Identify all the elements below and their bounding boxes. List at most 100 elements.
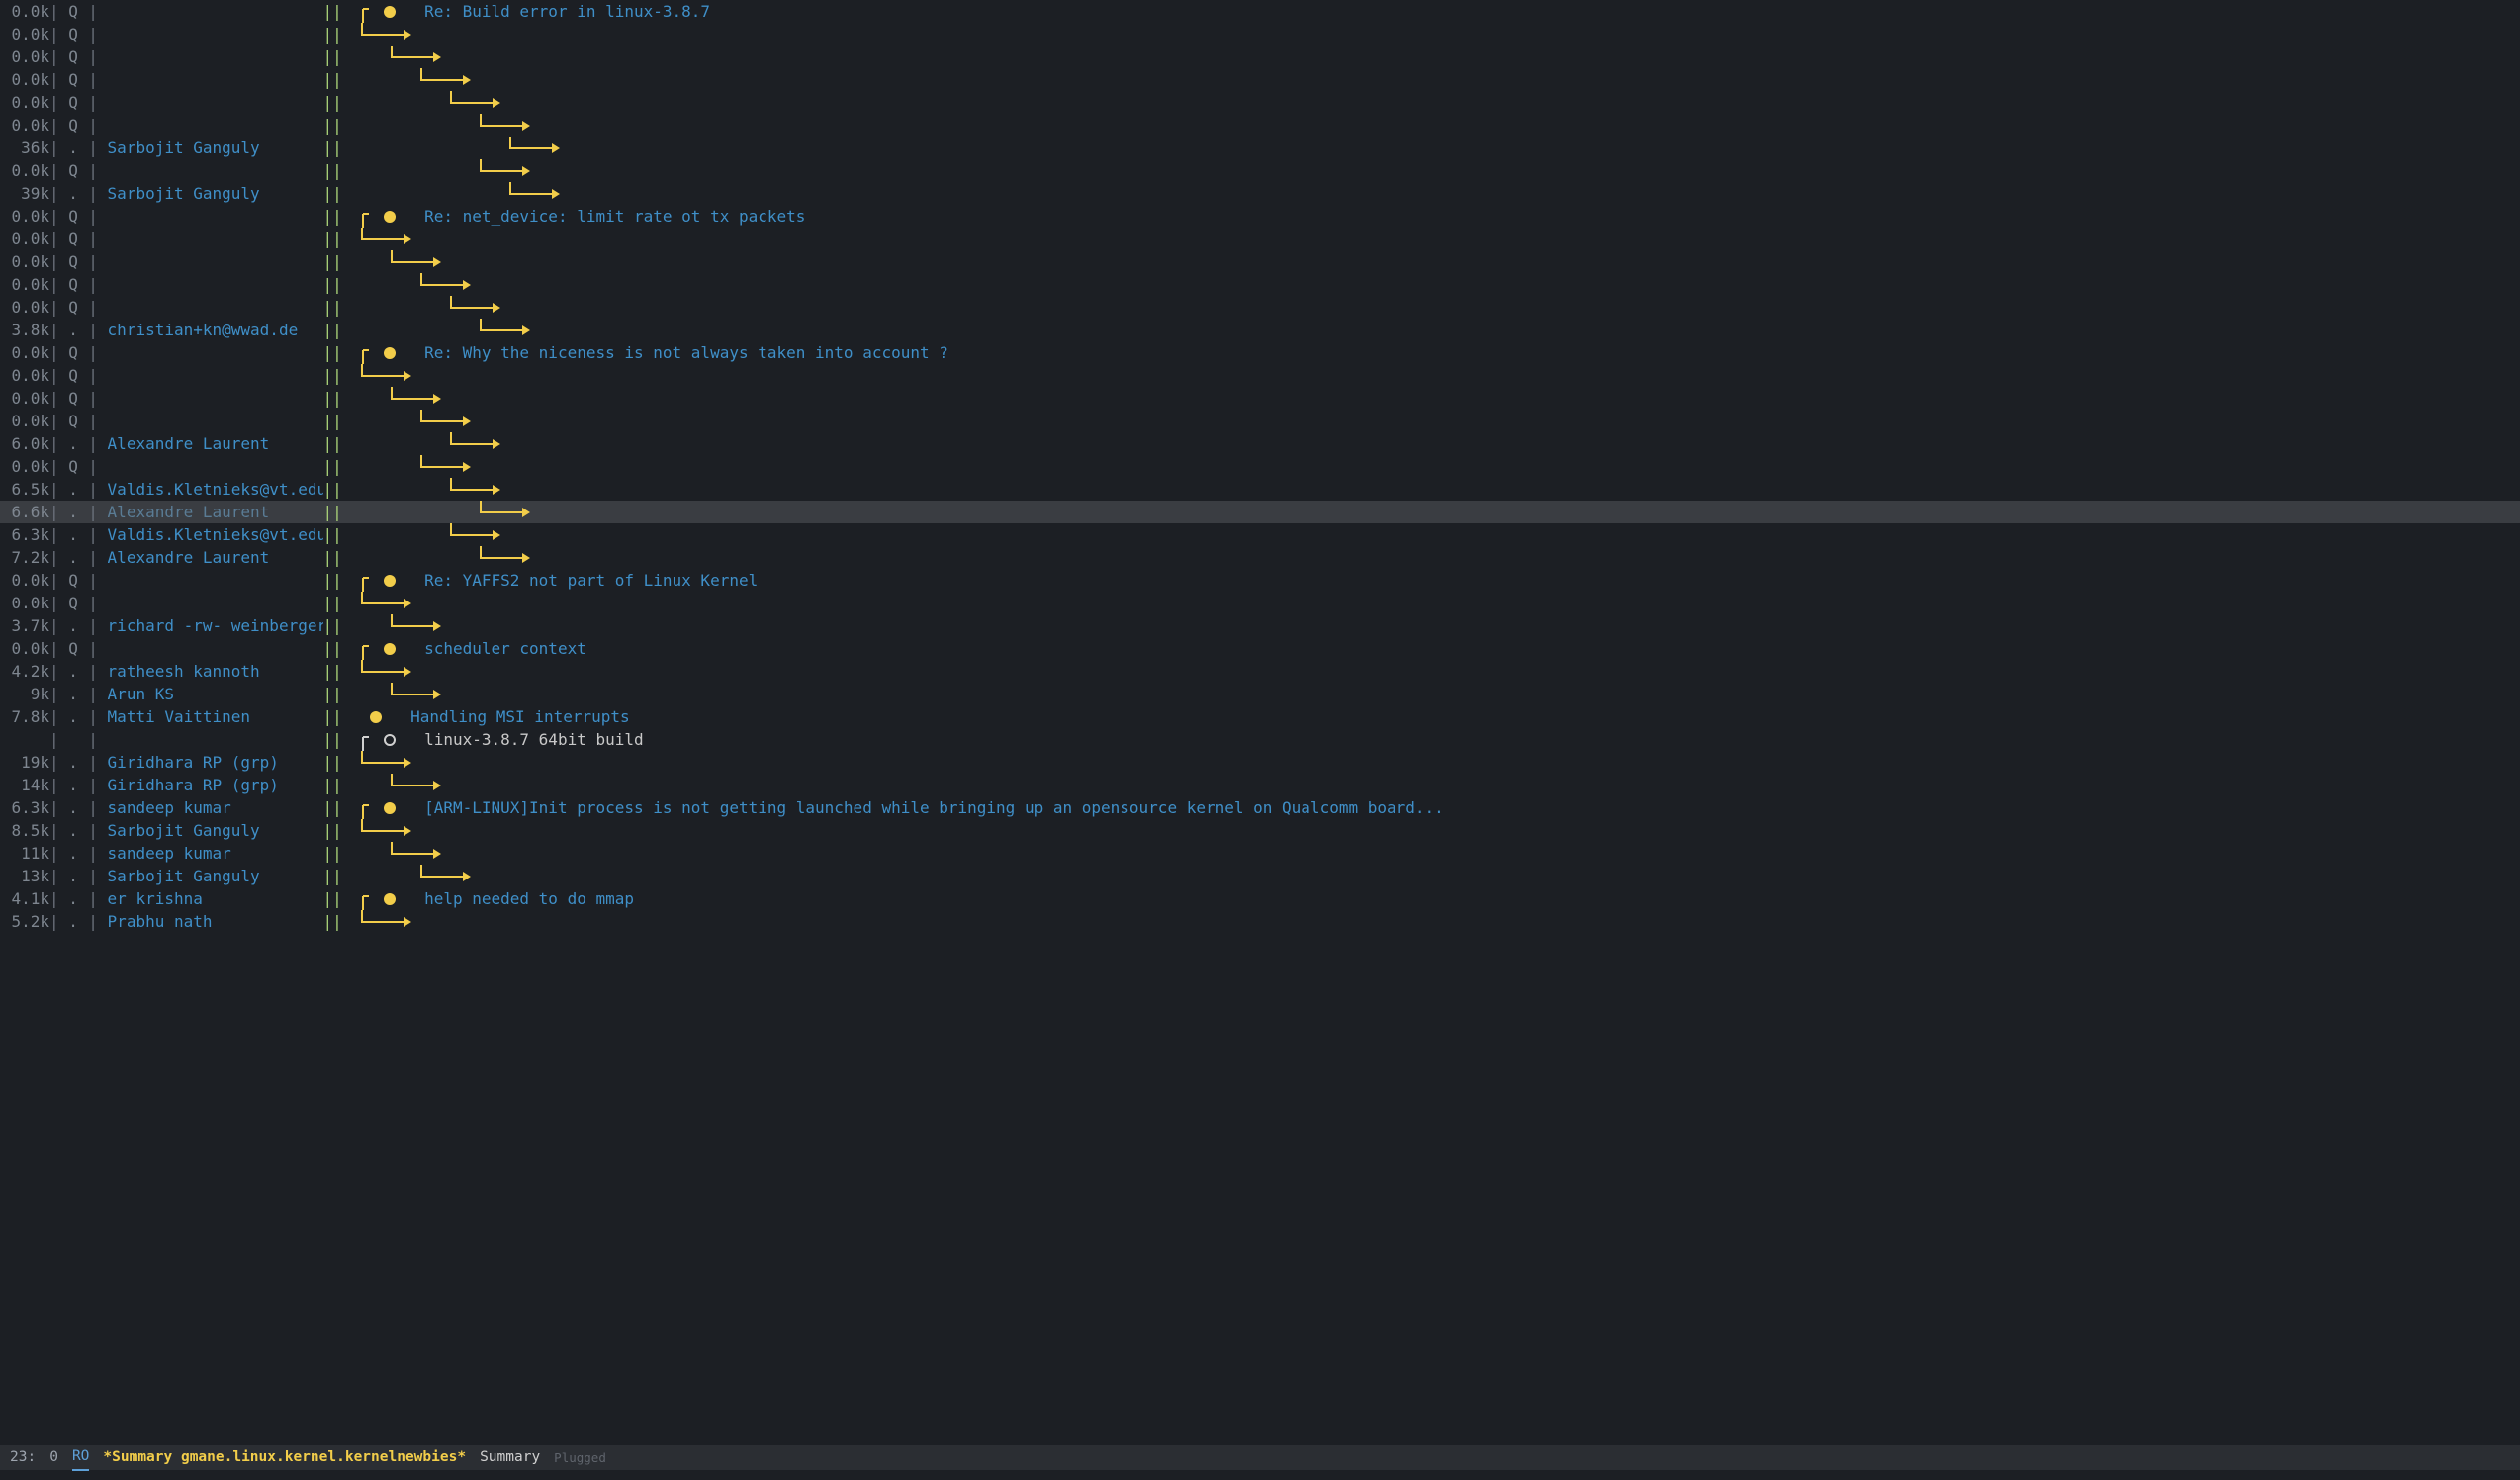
message-size: 9k: [0, 683, 49, 705]
thread-indicator: [342, 774, 445, 796]
summary-row[interactable]: 0.0k| Q | ||: [0, 410, 2520, 432]
summary-row[interactable]: 0.0k| Q | ||: [0, 68, 2520, 91]
summary-row[interactable]: 0.0k| Q | ||: [0, 250, 2520, 273]
summary-row[interactable]: 8.5k| . | Sarbojit Ganguly||: [0, 819, 2520, 842]
summary-row[interactable]: 36k| . | Sarbojit Ganguly||: [0, 137, 2520, 159]
separator: |: [79, 319, 108, 341]
summary-row[interactable]: 0.0k| Q | ||: [0, 228, 2520, 250]
summary-row[interactable]: 0.0k| Q | ||: [0, 91, 2520, 114]
summary-buffer: 0.0k| Q | || Re: Build error in linux-3.…: [0, 0, 2520, 1480]
message-size: 0.0k: [0, 592, 49, 614]
summary-row[interactable]: | | || linux-3.8.7 64bit build: [0, 728, 2520, 751]
column-divider: ||: [323, 728, 342, 751]
summary-row[interactable]: 6.6k| . | Alexandre Laurent||: [0, 501, 2520, 523]
read-mark: Q: [59, 46, 79, 68]
thread-child-arrow-icon: [390, 46, 445, 68]
message-size: 0.0k: [0, 387, 49, 410]
thread-indicator: [342, 205, 405, 228]
thread-child-arrow-icon: [419, 455, 475, 478]
summary-row[interactable]: 0.0k| Q | || Re: Build error in linux-3.…: [0, 0, 2520, 23]
summary-row[interactable]: 0.0k| Q | ||: [0, 114, 2520, 137]
summary-row[interactable]: 6.5k| . | Valdis.Kletnieks@vt.edu||: [0, 478, 2520, 501]
summary-row[interactable]: 9k| . | Arun KS||: [0, 683, 2520, 705]
read-mark: Q: [59, 250, 79, 273]
separator: |: [49, 228, 59, 250]
summary-row[interactable]: 0.0k| Q | ||: [0, 23, 2520, 46]
message-size: 6.5k: [0, 478, 49, 501]
summary-row[interactable]: 3.7k| . | richard -rw- weinberger||: [0, 614, 2520, 637]
separator: |: [79, 228, 108, 250]
separator: |: [49, 273, 59, 296]
summary-row[interactable]: 0.0k| Q | ||: [0, 46, 2520, 68]
summary-row[interactable]: 14k| . | Giridhara RP (grp)||: [0, 774, 2520, 796]
unread-dot-icon: [384, 893, 396, 905]
summary-row[interactable]: 0.0k| Q | ||: [0, 364, 2520, 387]
summary-row[interactable]: 7.2k| . | Alexandre Laurent||: [0, 546, 2520, 569]
column-divider: ||: [323, 410, 342, 432]
separator: |: [49, 250, 59, 273]
thread-child-arrow-icon: [360, 660, 415, 683]
author: [108, 23, 323, 46]
separator: |: [49, 159, 59, 182]
separator: |: [79, 23, 108, 46]
summary-row[interactable]: 0.0k| Q | || scheduler context: [0, 637, 2520, 660]
separator: |: [49, 774, 59, 796]
column-divider: ||: [323, 842, 342, 865]
separator: |: [79, 796, 108, 819]
author: Sarbojit Ganguly: [108, 182, 323, 205]
summary-row[interactable]: 19k| . | Giridhara RP (grp)||: [0, 751, 2520, 774]
summary-row[interactable]: 0.0k| Q | ||: [0, 387, 2520, 410]
thread-child-arrow-icon: [419, 273, 475, 296]
summary-row[interactable]: 0.0k| Q | ||: [0, 273, 2520, 296]
thread-indicator: [342, 637, 405, 660]
unread-dot-icon: [370, 711, 382, 723]
summary-row[interactable]: 0.0k| Q | || Re: Why the niceness is not…: [0, 341, 2520, 364]
read-mark: .: [59, 501, 79, 523]
thread-child-arrow-icon: [390, 774, 445, 796]
thread-root-icon: [360, 341, 384, 364]
message-list[interactable]: 0.0k| Q | || Re: Build error in linux-3.…: [0, 0, 2520, 933]
summary-row[interactable]: 11k| . | sandeep kumar||: [0, 842, 2520, 865]
summary-row[interactable]: 4.1k| . | er krishna|| help needed to do…: [0, 887, 2520, 910]
column-divider: ||: [323, 751, 342, 774]
separator: |: [49, 432, 59, 455]
read-mark: Q: [59, 23, 79, 46]
thread-indicator: [342, 341, 405, 364]
summary-row[interactable]: 5.2k| . | Prabhu nath||: [0, 910, 2520, 933]
summary-row[interactable]: 7.8k| . | Matti Vaittinen|| Handling MSI…: [0, 705, 2520, 728]
author: christian+kn@wwad.de: [108, 319, 323, 341]
separator: |: [49, 478, 59, 501]
read-mark: .: [59, 478, 79, 501]
thread-indicator: [342, 455, 475, 478]
summary-row[interactable]: 6.3k| . | Valdis.Kletnieks@vt.edu||: [0, 523, 2520, 546]
message-size: 14k: [0, 774, 49, 796]
message-size: [0, 728, 49, 751]
separator: |: [79, 637, 108, 660]
subject: [ARM-LINUX]Init process is not getting l…: [424, 796, 1444, 819]
thread-indicator: [342, 478, 504, 501]
summary-row[interactable]: 0.0k| Q | || Re: YAFFS2 not part of Linu…: [0, 569, 2520, 592]
summary-row[interactable]: 0.0k| Q | || Re: net_device: limit rate …: [0, 205, 2520, 228]
separator: |: [49, 46, 59, 68]
separator: |: [49, 796, 59, 819]
thread-indicator: [342, 0, 405, 23]
summary-row[interactable]: 6.0k| . | Alexandre Laurent||: [0, 432, 2520, 455]
modeline-plugged-status: Plugged: [554, 1446, 606, 1469]
author: [108, 68, 323, 91]
summary-row[interactable]: 4.2k| . | ratheesh kannoth||: [0, 660, 2520, 683]
thread-indicator: [342, 887, 405, 910]
summary-row[interactable]: 39k| . | Sarbojit Ganguly||: [0, 182, 2520, 205]
thread-child-arrow-icon: [419, 68, 475, 91]
thread-child-arrow-icon: [449, 523, 504, 546]
summary-row[interactable]: 6.3k| . | sandeep kumar|| [ARM-LINUX]Ini…: [0, 796, 2520, 819]
summary-row[interactable]: 0.0k| Q | ||: [0, 296, 2520, 319]
summary-row[interactable]: 3.8k| . | christian+kn@wwad.de||: [0, 319, 2520, 341]
thread-child-arrow-icon: [479, 114, 534, 137]
summary-row[interactable]: 13k| . | Sarbojit Ganguly||: [0, 865, 2520, 887]
separator: |: [79, 819, 108, 842]
separator: |: [49, 387, 59, 410]
summary-row[interactable]: 0.0k| Q | ||: [0, 455, 2520, 478]
summary-row[interactable]: 0.0k| Q | ||: [0, 159, 2520, 182]
summary-row[interactable]: 0.0k| Q | ||: [0, 592, 2520, 614]
separator: |: [49, 660, 59, 683]
